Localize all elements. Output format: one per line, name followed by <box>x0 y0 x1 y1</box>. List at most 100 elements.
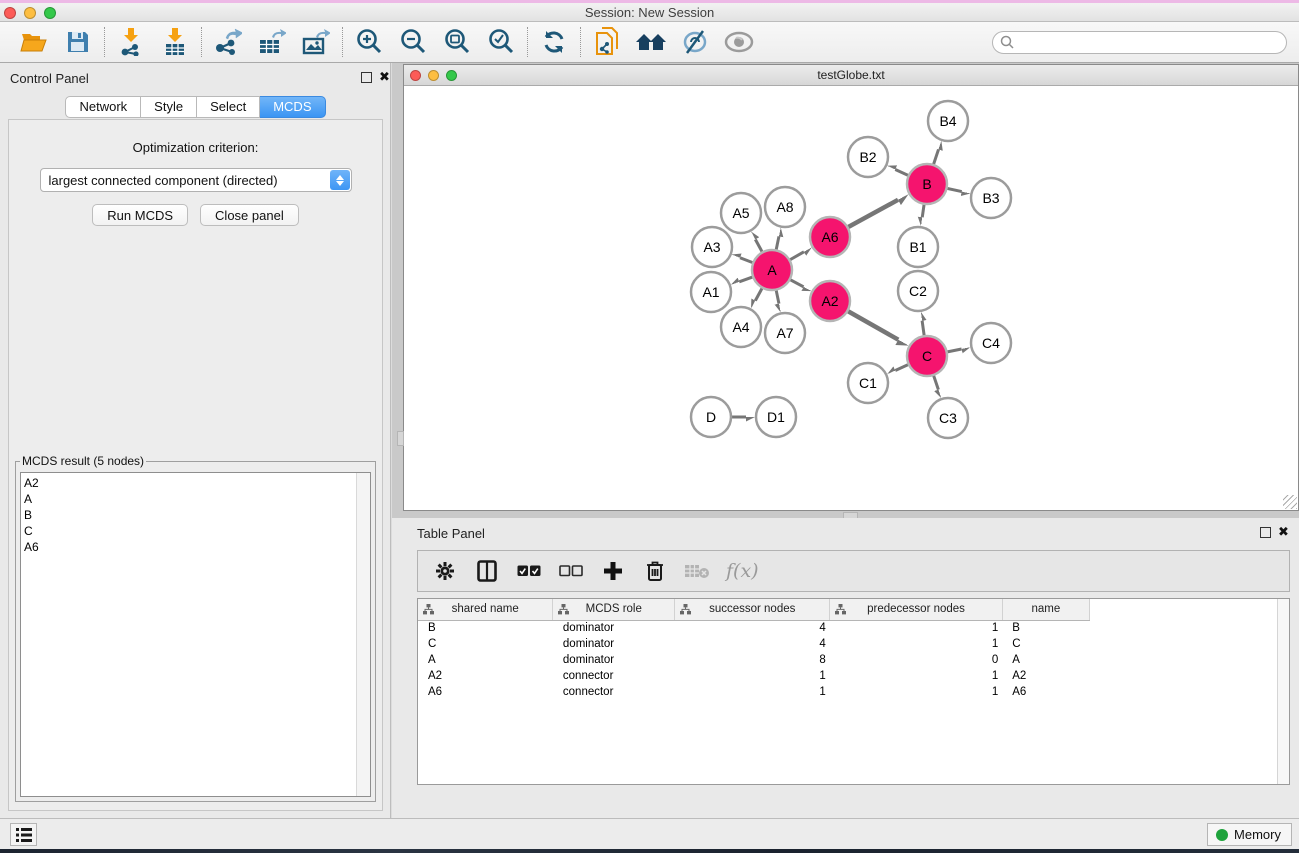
close-table-panel-icon[interactable]: ✖ <box>1278 524 1289 540</box>
graph-node[interactable]: B <box>907 164 947 204</box>
refresh-layout-button[interactable] <box>537 26 571 58</box>
graph-node[interactable]: B1 <box>898 227 938 267</box>
save-session-button[interactable] <box>61 26 95 58</box>
criterion-dropdown[interactable]: largest connected component (directed) <box>40 168 352 192</box>
go-home-button[interactable] <box>634 26 668 58</box>
column-header-successor-nodes[interactable]: successor nodes <box>675 599 830 620</box>
graph-node[interactable]: A5 <box>721 193 761 233</box>
network-graph[interactable]: B4B2BB3A5A8A6B1A3AC2A1A2A4A7C4CC1C3DD1 <box>404 86 1298 510</box>
export-table-button[interactable] <box>255 26 289 58</box>
table-cell[interactable]: 1 <box>830 668 1002 684</box>
dropdown-stepper-icon[interactable] <box>330 170 350 190</box>
column-header-shared-name[interactable]: shared name <box>418 599 553 620</box>
result-list-item[interactable]: B <box>24 507 370 523</box>
function-builder-icon[interactable]: f(x) <box>726 560 759 582</box>
table-scrollbar[interactable] <box>1277 599 1289 784</box>
network-canvas[interactable]: B4B2BB3A5A8A6B1A3AC2A1A2A4A7C4CC1C3DD1 <box>404 86 1298 510</box>
tab-select[interactable]: Select <box>197 96 260 118</box>
table-cell[interactable]: C <box>418 636 553 652</box>
show-hide-panel-button[interactable] <box>722 26 756 58</box>
graph-node[interactable]: C <box>907 336 947 376</box>
open-file-button[interactable] <box>17 26 51 58</box>
table-cell[interactable]: connector <box>553 684 675 700</box>
graph-node[interactable]: C2 <box>898 271 938 311</box>
mcds-result-list[interactable]: A2ABCA6 <box>20 472 371 797</box>
table-cell[interactable]: 0 <box>830 652 1002 668</box>
delete-table-icon[interactable] <box>684 558 710 584</box>
table-cell[interactable]: 8 <box>675 652 830 668</box>
graph-node[interactable]: A8 <box>765 187 805 227</box>
column-header-name[interactable]: name <box>1002 599 1089 620</box>
table-cell[interactable]: 1 <box>675 668 830 684</box>
graph-node[interactable]: A4 <box>721 307 761 347</box>
table-cell[interactable]: A6 <box>1002 684 1089 700</box>
import-table-button[interactable] <box>158 26 192 58</box>
zoom-in-button[interactable] <box>352 26 386 58</box>
table-cell[interactable]: connector <box>553 668 675 684</box>
table-cell[interactable]: 1 <box>830 684 1002 700</box>
graph-node[interactable]: D1 <box>756 397 796 437</box>
zoom-out-button[interactable] <box>396 26 430 58</box>
new-session-from-network-button[interactable] <box>590 26 624 58</box>
tab-style[interactable]: Style <box>141 96 197 118</box>
network-view-window[interactable]: testGlobe.txt B4B2BB3A5A8A6B1A3AC2A1A2A4… <box>403 64 1299 511</box>
table-cell[interactable]: A2 <box>418 668 553 684</box>
table-settings-icon[interactable] <box>432 558 458 584</box>
task-history-button[interactable] <box>10 823 37 846</box>
search-field[interactable] <box>992 31 1287 54</box>
result-list-item[interactable]: A <box>24 491 370 507</box>
column-header-mcds-role[interactable]: MCDS role <box>553 599 675 620</box>
node-table[interactable]: shared name MCDS role successor nodes pr… <box>417 598 1290 785</box>
graph-node[interactable]: C3 <box>928 398 968 438</box>
select-all-check-icon[interactable] <box>516 558 542 584</box>
result-list-item[interactable]: A2 <box>24 475 370 491</box>
table-row[interactable]: Bdominator41B <box>418 620 1090 636</box>
network-window-titlebar[interactable]: testGlobe.txt <box>404 65 1298 86</box>
graph-node[interactable]: A2 <box>810 281 850 321</box>
table-cell[interactable]: 1 <box>830 636 1002 652</box>
zoom-fit-button[interactable] <box>440 26 474 58</box>
zoom-selected-button[interactable] <box>484 26 518 58</box>
table-cell[interactable]: B <box>418 620 553 636</box>
tab-network[interactable]: Network <box>65 96 141 118</box>
graph-node[interactable]: A6 <box>810 217 850 257</box>
graph-node[interactable]: A <box>752 250 792 290</box>
close-panel-icon[interactable]: ✖ <box>379 69 390 85</box>
close-panel-button[interactable]: Close panel <box>200 204 299 226</box>
graph-node[interactable]: A1 <box>691 272 731 312</box>
window-resize-grip[interactable] <box>1283 495 1297 509</box>
add-column-icon[interactable] <box>600 558 626 584</box>
delete-column-icon[interactable] <box>642 558 668 584</box>
table-row[interactable]: A2connector11A2 <box>418 668 1090 684</box>
table-cell[interactable]: dominator <box>553 636 675 652</box>
vertical-divider-handle[interactable] <box>397 431 404 446</box>
graph-node[interactable]: C4 <box>971 323 1011 363</box>
table-cell[interactable]: C <box>1002 636 1089 652</box>
deselect-all-icon[interactable] <box>558 558 584 584</box>
column-header-predecessor-nodes[interactable]: predecessor nodes <box>830 599 1002 620</box>
table-cell[interactable]: A2 <box>1002 668 1089 684</box>
table-cell[interactable]: 4 <box>675 636 830 652</box>
tab-mcds[interactable]: MCDS <box>260 96 325 118</box>
result-list-item[interactable]: C <box>24 523 370 539</box>
graph-node[interactable]: D <box>691 397 731 437</box>
table-cell[interactable]: dominator <box>553 620 675 636</box>
run-mcds-button[interactable]: Run MCDS <box>92 204 188 226</box>
search-input[interactable] <box>1014 35 1286 49</box>
export-network-button[interactable] <box>211 26 245 58</box>
graph-node[interactable]: A7 <box>765 313 805 353</box>
result-list-scrollbar[interactable] <box>356 473 370 796</box>
float-panel-icon[interactable] <box>361 72 372 83</box>
table-cell[interactable]: A <box>418 652 553 668</box>
import-network-button[interactable] <box>114 26 148 58</box>
table-cell[interactable]: B <box>1002 620 1089 636</box>
table-cell[interactable]: 1 <box>830 620 1002 636</box>
table-row[interactable]: A6connector11A6 <box>418 684 1090 700</box>
graph-node[interactable]: A3 <box>692 227 732 267</box>
memory-button[interactable]: Memory <box>1207 823 1292 846</box>
table-row[interactable]: Cdominator41C <box>418 636 1090 652</box>
graph-node[interactable]: C1 <box>848 363 888 403</box>
table-cell[interactable]: A6 <box>418 684 553 700</box>
table-cell[interactable]: 4 <box>675 620 830 636</box>
graph-node[interactable]: B4 <box>928 101 968 141</box>
